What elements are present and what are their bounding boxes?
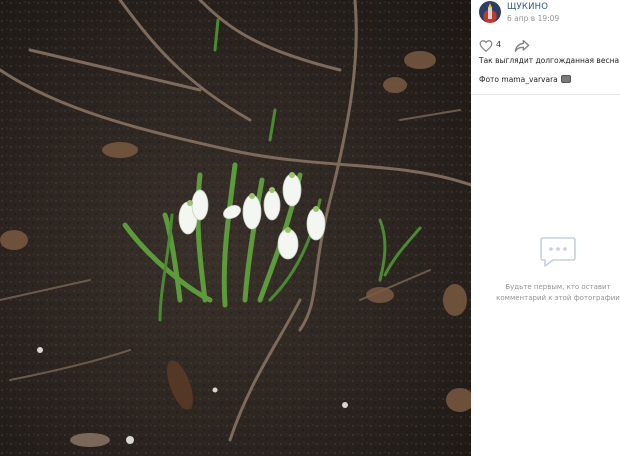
post-actions: 4: [479, 39, 539, 53]
empty-line-2: комментарий к этой фотографии: [496, 294, 620, 302]
share-icon[interactable]: [514, 39, 530, 53]
photo-viewer[interactable]: [0, 0, 471, 456]
snowdrops-photo: [0, 0, 471, 456]
kremlin-tower-icon: [488, 3, 492, 19]
post-date[interactable]: 6 апр в 19:09: [507, 14, 559, 23]
author-name[interactable]: ЩУКИНО: [507, 2, 548, 12]
empty-line-1: Будьте первым, кто оставит: [505, 283, 611, 291]
no-comments-message: Будьте первым, кто оставит комментарий к…: [493, 282, 620, 304]
photo-credit: Фото mama_varvara: [479, 75, 571, 84]
post-caption: Так выглядит долгожданная весна: [479, 56, 620, 65]
credit-text: Фото mama_varvara: [479, 75, 558, 84]
post-sidebar: ЩУКИНО 6 апр в 19:09 4 Так выглядит долг…: [471, 0, 620, 456]
comment-bubble-icon: [540, 237, 576, 267]
post-header: ЩУКИНО 6 апр в 19:09: [479, 1, 620, 25]
like-count: 4: [496, 40, 502, 49]
camera-emoji-icon: [560, 75, 571, 83]
avatar[interactable]: [479, 1, 501, 23]
heart-icon[interactable]: [479, 39, 493, 53]
divider: [471, 94, 620, 95]
caption-text: Так выглядит долгожданная весна: [479, 56, 620, 65]
